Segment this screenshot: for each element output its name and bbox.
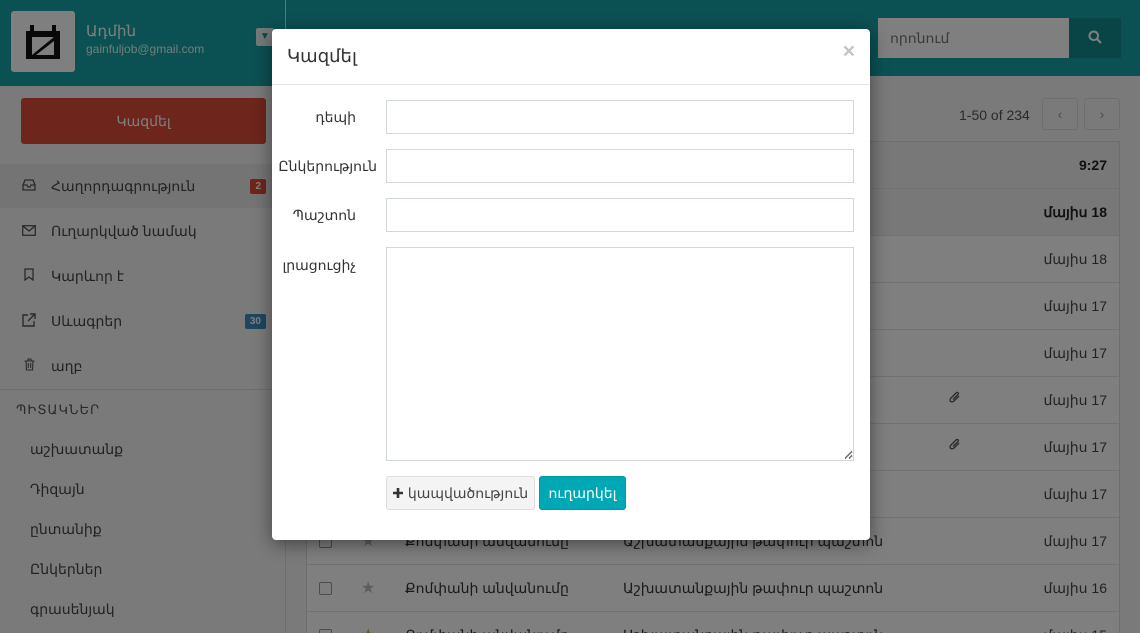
modal-header: Կազմել × bbox=[272, 29, 870, 85]
resize-grip-icon[interactable] bbox=[844, 450, 853, 459]
attachment-label: կապվածություն bbox=[407, 484, 529, 501]
close-icon[interactable]: × bbox=[843, 41, 855, 62]
position-field[interactable] bbox=[386, 198, 854, 232]
compose-modal: Կազմել × դեպի Ընկերություն Պաշտոն լրացու… bbox=[272, 29, 870, 540]
to-field[interactable] bbox=[386, 100, 854, 134]
company-label: Ընկերություն bbox=[278, 158, 377, 174]
company-field[interactable] bbox=[386, 149, 854, 183]
attachment-button[interactable]: կապվածություն bbox=[386, 476, 535, 510]
message-label: լրացուցիչ bbox=[282, 257, 356, 273]
to-label: դեպի bbox=[315, 109, 356, 125]
plus-icon bbox=[392, 485, 403, 501]
send-button[interactable]: ուղարկել bbox=[539, 476, 626, 510]
modal-title: Կազմել bbox=[287, 46, 357, 66]
message-textarea[interactable] bbox=[386, 247, 854, 461]
position-label: Պաշտոն bbox=[292, 207, 356, 223]
